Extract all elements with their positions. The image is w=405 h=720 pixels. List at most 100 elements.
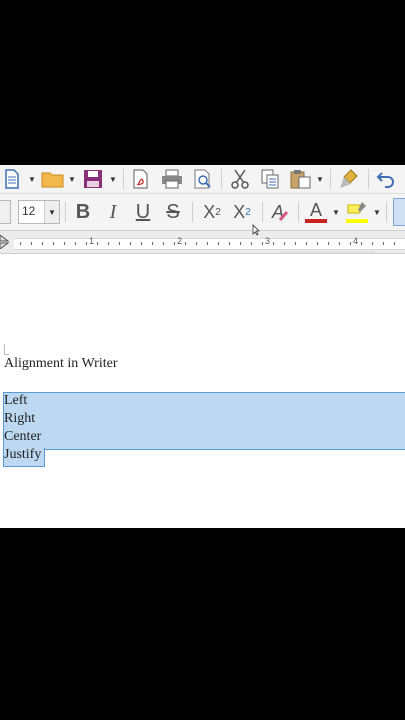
ruler-tick <box>31 242 32 245</box>
undo-icon[interactable] <box>374 167 398 191</box>
subscript-x: X <box>233 201 246 222</box>
ruler-tick <box>372 242 373 245</box>
ruler-tick <box>383 242 384 245</box>
ruler-tick <box>163 242 164 245</box>
ruler-tick <box>174 242 175 245</box>
save-icon[interactable] <box>81 167 105 191</box>
underline-button[interactable]: U <box>132 198 154 226</box>
paste-icon[interactable] <box>289 167 313 191</box>
toolbar-separator <box>298 202 299 222</box>
superscript-mark: 2 <box>215 206 221 218</box>
toolbar-separator <box>65 202 66 222</box>
ruler-tick <box>108 242 109 245</box>
toolbar-separator <box>262 202 263 222</box>
text-line-right[interactable]: Right <box>4 411 35 427</box>
save-dropdown-arrow-icon[interactable]: ▼ <box>109 167 117 191</box>
ruler-tick <box>262 242 263 245</box>
toolbar-separator <box>221 169 222 189</box>
ruler-tick <box>130 242 131 245</box>
eraser-icon <box>278 211 288 221</box>
subscript-mark: 2 <box>245 206 251 218</box>
ruler-tick <box>75 242 76 245</box>
ruler-tick <box>295 242 296 245</box>
heading-line[interactable]: Alignment in Writer <box>4 356 118 372</box>
ruler-tick <box>350 242 351 245</box>
ruler-tick <box>207 242 208 245</box>
toolbar-separator <box>330 169 331 189</box>
ruler-tick <box>218 242 219 245</box>
ruler-tick <box>42 242 43 245</box>
indent-marker-icon[interactable] <box>0 235 10 249</box>
document-page[interactable]: Alignment in Writer Left Right Center Ju… <box>0 224 405 528</box>
superscript-button[interactable]: X2 <box>199 198 225 226</box>
chevron-down-icon[interactable]: ▼ <box>44 201 59 223</box>
ruler-tick <box>64 242 65 245</box>
highlight-color-button[interactable] <box>344 198 370 226</box>
align-left-icon <box>393 198 405 226</box>
text-line-center[interactable]: Center <box>4 429 41 445</box>
clone-formatting-icon[interactable] <box>337 167 361 191</box>
paragraph-corner-mark <box>4 344 9 355</box>
toolbar-separator <box>192 202 193 222</box>
print-preview-icon[interactable] <box>192 167 214 191</box>
font-color-button[interactable]: A <box>303 198 329 226</box>
font-size-box[interactable]: 12 ▼ <box>18 200 60 224</box>
font-name-box[interactable] <box>0 200 11 224</box>
text-line-left[interactable]: Left <box>4 393 27 409</box>
ruler-tick <box>328 242 329 245</box>
text-line-justify[interactable]: Justify <box>4 447 41 463</box>
print-icon[interactable] <box>160 167 184 191</box>
ruler-tick <box>306 242 307 245</box>
writer-window: ▼ ▼ ▼ ▼ 12 ▼ B I U S X 2 X 2 A A ▼ ▼ 1 2… <box>0 165 405 528</box>
ruler-tick <box>119 242 120 245</box>
open-dropdown-arrow-icon[interactable]: ▼ <box>68 167 76 191</box>
bold-button[interactable]: B <box>72 198 94 226</box>
ruler-tick <box>141 242 142 245</box>
font-color-letter: A <box>309 200 322 220</box>
highlight-color-swatch <box>346 219 368 223</box>
ruler-tick <box>251 242 252 245</box>
mouse-pointer-icon <box>252 224 260 236</box>
ruler-tick <box>361 242 362 245</box>
formatting-toolbar: 12 ▼ B I U S X2 X2 A A ▼ ▼ <box>0 194 405 231</box>
ruler-label: 2 <box>177 236 183 246</box>
export-pdf-icon[interactable] <box>130 167 152 191</box>
ruler-tick <box>53 242 54 245</box>
new-dropdown-arrow-icon[interactable]: ▼ <box>28 167 36 191</box>
copy-icon[interactable] <box>258 167 282 191</box>
toolbar-separator <box>386 202 387 222</box>
ruler-label: 1 <box>89 236 95 246</box>
ruler-tick <box>20 242 21 245</box>
ruler-label: 4 <box>353 236 359 246</box>
superscript-x: X <box>203 201 216 222</box>
standard-toolbar: ▼ ▼ ▼ ▼ <box>0 165 405 194</box>
ruler-tick <box>86 242 87 245</box>
subscript-button[interactable]: X2 <box>229 198 255 226</box>
ruler-label: 3 <box>265 236 271 246</box>
paste-dropdown-arrow-icon[interactable]: ▼ <box>316 167 324 191</box>
font-size-value: 12 <box>22 204 36 218</box>
toolbar-separator <box>123 169 124 189</box>
ruler-track <box>14 238 405 250</box>
highlight-dropdown-arrow-icon[interactable]: ▼ <box>373 198 381 226</box>
ruler-tick <box>196 242 197 245</box>
align-left-button[interactable] <box>393 198 405 226</box>
ruler-tick <box>273 242 274 245</box>
horizontal-ruler[interactable]: 1 2 3 4 <box>0 231 405 254</box>
open-folder-icon[interactable] <box>40 167 66 191</box>
ruler-tick <box>284 242 285 245</box>
toolbar-separator <box>368 169 369 189</box>
font-color-dropdown-arrow-icon[interactable]: ▼ <box>332 198 340 226</box>
font-color-swatch <box>305 219 327 223</box>
ruler-tick <box>152 242 153 245</box>
ruler-scroll-indicator <box>280 251 375 253</box>
ruler-tick <box>229 242 230 245</box>
clear-formatting-button[interactable]: A <box>268 198 292 226</box>
strikethrough-button[interactable]: S <box>162 198 184 226</box>
new-document-icon[interactable] <box>2 167 22 191</box>
selection-highlight <box>3 392 405 450</box>
highlighter-icon <box>347 202 366 214</box>
ruler-tick <box>339 242 340 245</box>
cut-icon[interactable] <box>228 167 252 191</box>
italic-button[interactable]: I <box>102 198 124 226</box>
